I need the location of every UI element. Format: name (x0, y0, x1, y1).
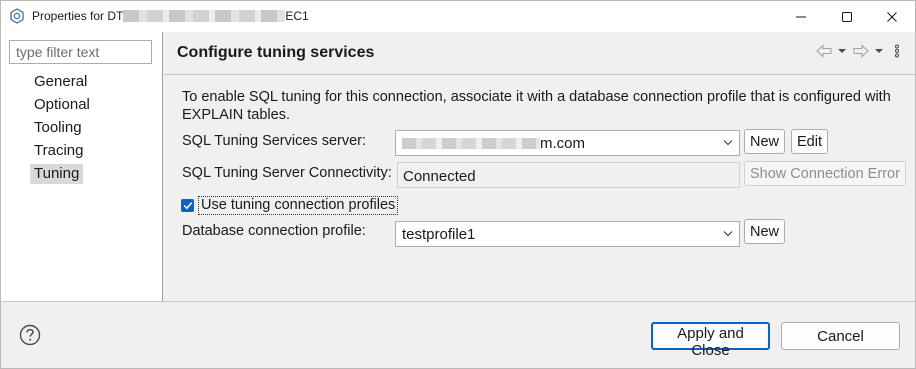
sidebar-item-tooling[interactable]: Tooling (30, 118, 86, 138)
redacted-server-name (402, 138, 540, 149)
back-arrow-icon (816, 44, 832, 58)
connectivity-field: Connected (397, 162, 740, 188)
maximize-icon (842, 11, 852, 22)
new-server-button[interactable]: New (744, 129, 786, 154)
server-label: SQL Tuning Services server: (182, 133, 367, 149)
profile-label: Database connection profile: (182, 223, 366, 239)
view-menu-button[interactable] (891, 42, 903, 60)
use-profiles-label[interactable]: Use tuning connection profiles (198, 195, 399, 215)
chevron-down-icon (723, 140, 733, 146)
redacted-title-segment (123, 10, 286, 22)
sidebar-item-general[interactable]: General (30, 72, 91, 92)
page-header: Configure tuning services (164, 32, 915, 75)
cancel-button[interactable]: Cancel (781, 322, 900, 350)
apply-and-close-button[interactable]: Apply and Close (651, 322, 770, 359)
window-title-suffix: EC1 (285, 9, 309, 23)
close-icon (887, 11, 897, 22)
minimize-icon (796, 16, 806, 17)
content-pane: Configure tuning services To enable SQL … (164, 32, 915, 301)
use-profiles-row: Use tuning connection profiles (181, 195, 399, 215)
title-bar: Properties for DT EC1 (1, 1, 915, 32)
close-button[interactable] (869, 1, 915, 32)
view-menu-icon (895, 44, 899, 58)
app-icon (10, 8, 24, 24)
show-connection-error-button[interactable]: Show Connection Error (744, 161, 906, 186)
connectivity-label: SQL Tuning Server Connectivity: (182, 165, 392, 181)
chevron-down-icon (723, 231, 733, 237)
edit-server-button[interactable]: Edit (791, 129, 828, 154)
server-combo[interactable]: m.com (395, 130, 740, 156)
footer-divider (1, 301, 915, 302)
minimize-button[interactable] (778, 1, 824, 32)
sidebar-item-tuning[interactable]: Tuning (30, 164, 84, 184)
page-description: To enable SQL tuning for this connection… (182, 89, 891, 123)
server-value-suffix: m.com (540, 135, 585, 152)
back-button[interactable] (815, 42, 833, 60)
help-icon[interactable] (19, 324, 41, 346)
new-profile-button[interactable]: New (744, 219, 786, 244)
filter-input[interactable] (9, 40, 152, 64)
navigation-pane: General Optional Tooling Tracing Tuning (1, 32, 163, 301)
profile-combo[interactable]: testprofile1 (395, 221, 740, 247)
page-title: Configure tuning services (177, 44, 375, 61)
check-icon (183, 201, 192, 209)
back-history-dropdown[interactable] (836, 42, 848, 60)
window-title: Properties for DT EC1 (32, 9, 309, 23)
forward-history-dropdown[interactable] (873, 42, 885, 60)
window-title-prefix: Properties for DT (32, 9, 124, 23)
server-combo-value: m.com (402, 135, 585, 152)
use-profiles-checkbox[interactable] (181, 198, 194, 212)
connectivity-value: Connected (403, 168, 476, 185)
dropdown-icon (838, 49, 846, 53)
profile-combo-value: testprofile1 (402, 226, 476, 243)
maximize-button[interactable] (824, 1, 870, 32)
sidebar-item-optional[interactable]: Optional (30, 95, 94, 115)
dropdown-icon (875, 49, 883, 53)
properties-dialog: Properties for DT EC1 General Optional To… (0, 0, 916, 369)
forward-arrow-icon (853, 44, 869, 58)
sidebar-item-tracing[interactable]: Tracing (30, 141, 87, 161)
forward-button[interactable] (852, 42, 870, 60)
